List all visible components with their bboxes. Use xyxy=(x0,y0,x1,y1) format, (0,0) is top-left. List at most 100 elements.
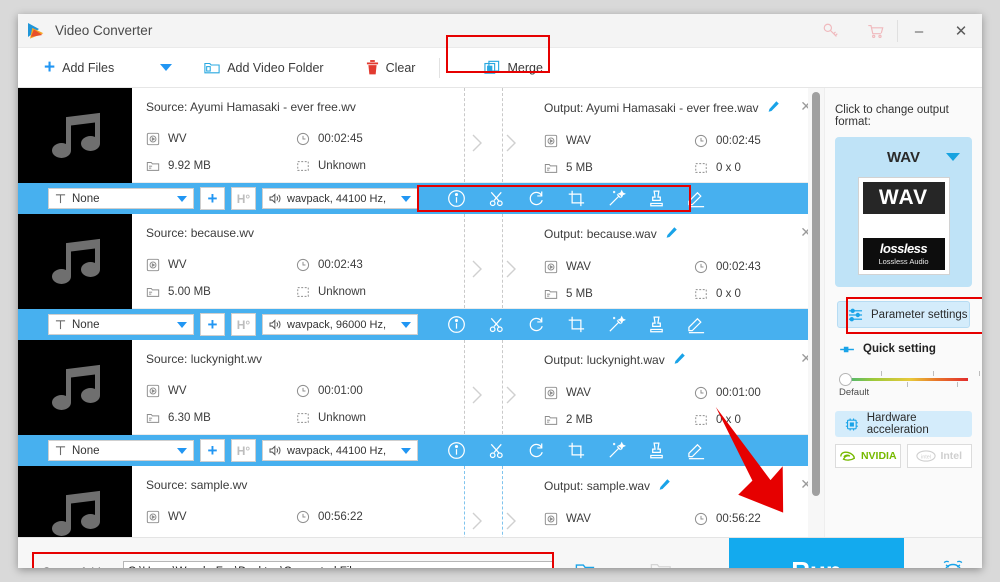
cpu-icon xyxy=(845,417,858,431)
add-video-folder-button[interactable]: Add Video Folder xyxy=(194,48,333,88)
scrollbar-thumb[interactable] xyxy=(812,92,820,496)
effect-icon[interactable] xyxy=(596,438,636,464)
output-column: Output: because.wav WAV 5 MB 00:02:43 0 … xyxy=(524,214,824,308)
subtitle-select[interactable]: None xyxy=(48,314,194,335)
rename-icon[interactable] xyxy=(767,100,780,116)
title-bar-actions: – ✕ xyxy=(809,14,982,48)
source-format: WV xyxy=(146,251,296,278)
subtitle-select[interactable]: None xyxy=(48,440,194,461)
source-duration: 00:02:43 xyxy=(296,251,446,278)
source-duration-value: 00:56:22 xyxy=(318,510,363,523)
output-sidebar: Click to change output format: WAV WAV l… xyxy=(824,88,982,537)
source-column: Source: sample.wv WV 00:56:22 xyxy=(146,466,456,537)
subtitle-value: None xyxy=(72,444,100,457)
add-video-folder-label: Add Video Folder xyxy=(227,60,324,75)
audio-track-value: wavpack, 96000 Hz, xyxy=(287,318,387,331)
source-size-value: 6.30 MB xyxy=(168,411,211,424)
source-resolution: Unknown xyxy=(296,152,446,179)
watermark-icon[interactable] xyxy=(636,438,676,464)
audio-track-select[interactable]: wavpack, 44100 Hz, xyxy=(262,188,418,209)
output-resolution: 0 x 0 xyxy=(694,280,824,307)
add-subtitle-button[interactable]: + xyxy=(200,313,225,336)
source-format: WV xyxy=(146,377,296,404)
output-size: 2 MB xyxy=(544,406,694,433)
cart-icon[interactable] xyxy=(853,14,897,48)
speaker-icon xyxy=(269,445,281,456)
editor-tool-row xyxy=(436,438,716,464)
effect-icon[interactable] xyxy=(596,312,636,338)
output-column: Output: luckynight.wav WAV 2 MB 00:01:00… xyxy=(524,340,824,434)
cut-icon[interactable] xyxy=(476,312,516,338)
output-duration-value: 00:01:00 xyxy=(716,386,761,399)
add-subtitle-button[interactable]: + xyxy=(200,187,225,210)
source-label: Source: Ayumi Hamasaki - ever free.wv xyxy=(146,100,356,114)
convert-arrow xyxy=(456,214,524,308)
folder-video-icon xyxy=(204,62,220,74)
quality-slider[interactable]: Default xyxy=(839,369,980,399)
minimize-button[interactable]: – xyxy=(898,14,940,48)
table-row[interactable]: Source: sample.wv WV 00:56:22 Output: sa… xyxy=(18,466,824,537)
hardcode-subtitle-button[interactable]: H° xyxy=(231,187,256,210)
audio-track-select[interactable]: wavpack, 96000 Hz, xyxy=(262,314,418,335)
hardcode-subtitle-button[interactable]: H° xyxy=(231,313,256,336)
table-row[interactable]: Source: luckynight.wv WV 6.30 MB 00:01:0… xyxy=(18,340,824,435)
clock-icon xyxy=(296,258,318,272)
file-info: Source: because.wv WV 5.00 MB 00:02:43 U… xyxy=(132,214,824,308)
chevron-right-icon xyxy=(506,386,516,404)
intel-button[interactable]: intel Intel xyxy=(906,444,972,468)
file-list-scrollbar[interactable] xyxy=(808,88,824,537)
key-icon[interactable] xyxy=(809,14,853,48)
format-card-title: WAV xyxy=(862,182,945,214)
open-converted-media-button[interactable] xyxy=(641,552,681,568)
add-files-button[interactable]: + Add Files xyxy=(18,48,124,88)
rotate-icon[interactable] xyxy=(516,312,556,338)
chevron-down-icon[interactable] xyxy=(946,153,960,161)
parameter-settings-button[interactable]: Parameter settings xyxy=(837,297,982,334)
rename-icon[interactable] xyxy=(665,226,678,242)
quick-setting-row[interactable]: Quick setting xyxy=(839,343,982,355)
hardware-acceleration-button[interactable]: Hardware acceleration xyxy=(835,411,972,437)
nvidia-button[interactable]: NVIDIA xyxy=(835,444,901,468)
file-thumbnail xyxy=(18,88,132,183)
table-row[interactable]: Source: because.wv WV 5.00 MB 00:02:43 U… xyxy=(18,214,824,309)
crop-icon[interactable] xyxy=(556,312,596,338)
crop-icon[interactable] xyxy=(556,438,596,464)
source-column: Source: luckynight.wv WV 6.30 MB 00:01:0… xyxy=(146,340,456,434)
subtitle-icon[interactable] xyxy=(676,312,716,338)
table-row[interactable]: Source: Ayumi Hamasaki - ever free.wv WV xyxy=(18,88,824,183)
run-button[interactable]: Run xyxy=(729,538,904,568)
format-icon xyxy=(544,386,566,400)
alarm-icon[interactable] xyxy=(940,558,966,568)
file-size-icon xyxy=(544,161,566,175)
hardware-acceleration-label: Hardware acceleration xyxy=(866,412,929,436)
merge-button[interactable]: Merge xyxy=(474,48,552,88)
format-icon xyxy=(146,258,168,272)
text-icon xyxy=(55,194,66,204)
close-button[interactable]: ✕ xyxy=(940,14,982,48)
rename-icon[interactable] xyxy=(658,478,671,494)
hardcode-subtitle-button[interactable]: H° xyxy=(231,439,256,462)
toolbar-divider xyxy=(439,57,441,78)
subtitle-select[interactable]: None xyxy=(48,188,194,209)
add-files-dropdown[interactable] xyxy=(150,48,182,88)
nvidia-icon xyxy=(840,451,855,461)
info-icon[interactable] xyxy=(436,312,476,338)
output-format-panel[interactable]: WAV WAV lossless Lossless Audio xyxy=(835,137,972,287)
cut-icon[interactable] xyxy=(476,438,516,464)
source-label: Source: luckynight.wv xyxy=(146,352,263,366)
watermark-icon[interactable] xyxy=(636,312,676,338)
convert-arrow xyxy=(456,466,524,537)
app-window: Video Converter – ✕ + Add Files Add Vide… xyxy=(18,14,982,568)
intel-label: Intel xyxy=(940,450,963,462)
rename-icon[interactable] xyxy=(673,352,686,368)
add-subtitle-button[interactable]: + xyxy=(200,439,225,462)
info-icon[interactable] xyxy=(436,438,476,464)
subtitle-icon[interactable] xyxy=(676,438,716,464)
clear-button[interactable]: Clear xyxy=(356,48,426,88)
output-resolution: 0 x 0 xyxy=(694,406,824,433)
output-format-hint: Click to change output format: xyxy=(835,104,949,128)
audio-track-select[interactable]: wavpack, 44100 Hz, xyxy=(262,440,418,461)
slider-knob[interactable] xyxy=(839,373,852,386)
rotate-icon[interactable] xyxy=(516,438,556,464)
open-folder-button[interactable] xyxy=(567,552,607,568)
